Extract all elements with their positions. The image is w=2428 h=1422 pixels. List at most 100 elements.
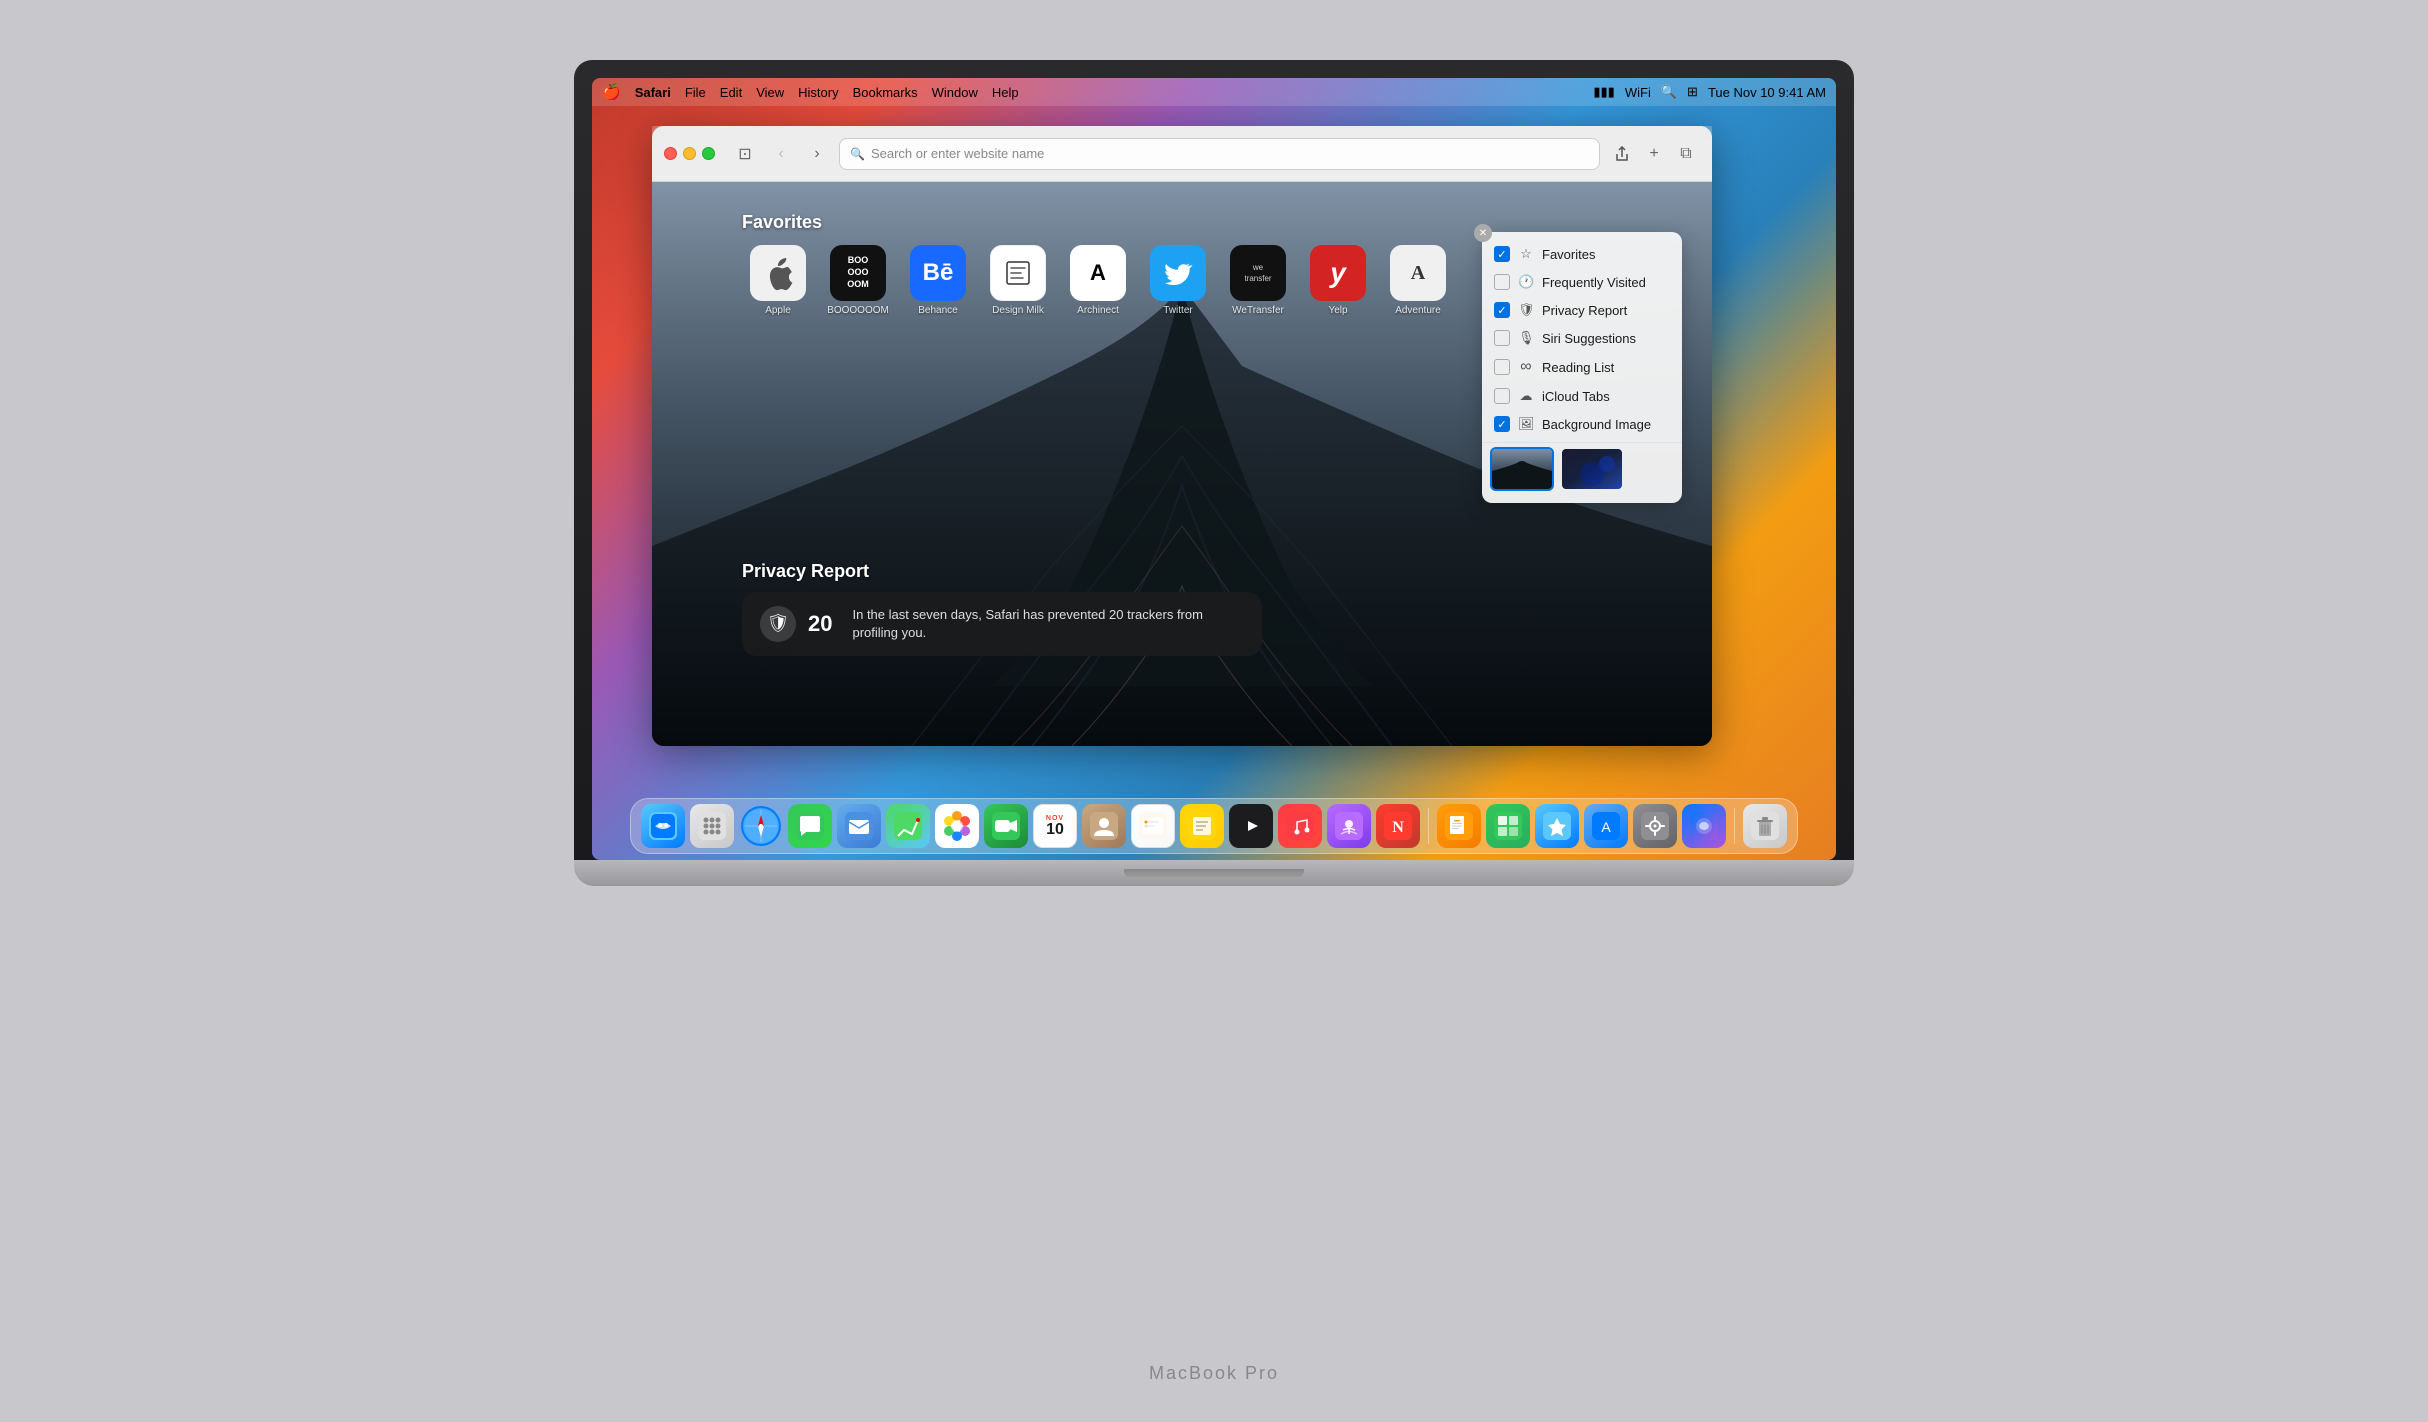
- customize-item-frequently-visited[interactable]: 🕐 Frequently Visited: [1482, 268, 1682, 296]
- dock-item-numbers[interactable]: [1486, 804, 1530, 848]
- customize-item-reading-list[interactable]: ∞ Reading List: [1482, 352, 1682, 382]
- favorite-boooom[interactable]: BOOOOOOOM BOOOOOOM: [822, 245, 894, 316]
- customize-item-icloud-tabs[interactable]: ☁ iCloud Tabs: [1482, 382, 1682, 410]
- menubar-history[interactable]: History: [798, 85, 838, 100]
- close-button[interactable]: [664, 147, 677, 160]
- favorite-adventure-icon: A: [1390, 245, 1446, 301]
- search-menu-icon[interactable]: 🔍: [1661, 84, 1677, 100]
- dock-item-appstore[interactable]: A: [1584, 804, 1628, 848]
- menubar-file[interactable]: File: [685, 85, 706, 100]
- icloud-cloud-icon: ☁: [1518, 388, 1534, 404]
- background-thumbnails: [1482, 442, 1682, 495]
- customize-item-background-image[interactable]: ✓ 🖼 Background Image: [1482, 410, 1682, 438]
- dock-item-facetime[interactable]: [984, 804, 1028, 848]
- favorite-behance-icon: Bē: [910, 245, 966, 301]
- menubar: 🍎 Safari File Edit View History Bookmark…: [592, 78, 1836, 106]
- dock-item-siri[interactable]: [1682, 804, 1726, 848]
- customize-close-button[interactable]: ✕: [1474, 224, 1492, 242]
- back-button[interactable]: ‹: [767, 140, 795, 168]
- favorite-apple-label: Apple: [765, 305, 791, 316]
- svg-text:A: A: [1601, 819, 1611, 835]
- customize-label-icloud-tabs: iCloud Tabs: [1542, 389, 1610, 404]
- dock-item-trash[interactable]: [1743, 804, 1787, 848]
- dock-item-podcasts[interactable]: [1327, 804, 1371, 848]
- forward-button[interactable]: ›: [803, 140, 831, 168]
- dock: NOV 10: [630, 798, 1798, 854]
- dock-item-calendar[interactable]: NOV 10: [1033, 804, 1077, 848]
- favorite-twitter-icon: [1150, 245, 1206, 301]
- dock-item-photos[interactable]: [935, 804, 979, 848]
- favorite-archinect[interactable]: A Archinect: [1062, 245, 1134, 316]
- customize-label-background-image: Background Image: [1542, 417, 1651, 432]
- newtab-background: Favorites: [652, 182, 1712, 746]
- dock-separator-2: [1734, 808, 1735, 844]
- favorite-wetransfer[interactable]: wetransfer WeTransfer: [1222, 245, 1294, 316]
- url-bar[interactable]: 🔍 Search or enter website name: [839, 138, 1600, 170]
- dock-item-notes[interactable]: [1180, 804, 1224, 848]
- menubar-view[interactable]: View: [756, 85, 784, 100]
- favorite-apple[interactable]: Apple: [742, 245, 814, 316]
- menubar-bookmarks[interactable]: Bookmarks: [853, 85, 918, 100]
- privacy-report-shield-icon: 🛡: [1518, 302, 1534, 318]
- dock-item-messages[interactable]: [788, 804, 832, 848]
- favorite-designmilk[interactable]: Design Milk: [982, 245, 1054, 316]
- macbook-bottom: [574, 860, 1854, 886]
- privacy-report-card[interactable]: 🛡 20 In the last seven days, Safari has …: [742, 592, 1262, 656]
- siri-mic-icon: 🎙: [1518, 330, 1534, 346]
- apple-menu[interactable]: 🍎: [602, 83, 621, 101]
- dock-item-maps[interactable]: [886, 804, 930, 848]
- dock-item-launchpad[interactable]: [690, 804, 734, 848]
- tab-overview-button[interactable]: ⧉: [1672, 140, 1700, 168]
- customize-checkbox-background-image: ✓: [1494, 416, 1510, 432]
- menubar-edit[interactable]: Edit: [720, 85, 742, 100]
- dock-item-reminders[interactable]: [1131, 804, 1175, 848]
- customize-checkbox-favorites: ✓: [1494, 246, 1510, 262]
- minimize-button[interactable]: [683, 147, 696, 160]
- new-tab-button[interactable]: +: [1640, 140, 1668, 168]
- background-thumb-mountain[interactable]: [1490, 447, 1554, 491]
- background-thumb-dark[interactable]: [1560, 447, 1624, 491]
- dock-item-system-preferences[interactable]: [1633, 804, 1677, 848]
- dock-item-appletv[interactable]: [1229, 804, 1273, 848]
- maximize-button[interactable]: [702, 147, 715, 160]
- share-button[interactable]: [1608, 140, 1636, 168]
- svg-text:N: N: [1392, 819, 1404, 836]
- privacy-tracker-count: 20: [808, 611, 832, 637]
- dock-item-mail[interactable]: [837, 804, 881, 848]
- screen-display: 🍎 Safari File Edit View History Bookmark…: [592, 78, 1836, 860]
- favorite-twitter-label: Twitter: [1163, 305, 1192, 316]
- battery-icon: ▮▮▮: [1593, 84, 1614, 100]
- favorite-twitter[interactable]: Twitter: [1142, 245, 1214, 316]
- control-center-icon[interactable]: ⊞: [1687, 84, 1698, 100]
- favorite-adventure[interactable]: A Adventure: [1382, 245, 1454, 316]
- dock-item-keynote[interactable]: [1535, 804, 1579, 848]
- dock-item-safari[interactable]: [739, 804, 783, 848]
- menubar-app-name[interactable]: Safari: [635, 85, 671, 100]
- favorite-yelp[interactable]: y Yelp: [1302, 245, 1374, 316]
- favorite-yelp-label: Yelp: [1328, 305, 1347, 316]
- customize-label-favorites: Favorites: [1542, 247, 1595, 262]
- dock-item-finder[interactable]: [641, 804, 685, 848]
- sidebar-toggle-button[interactable]: ⊡: [731, 140, 759, 168]
- customize-label-siri-suggestions: Siri Suggestions: [1542, 331, 1636, 346]
- dock-item-pages[interactable]: [1437, 804, 1481, 848]
- favorite-apple-icon: [750, 245, 806, 301]
- favorites-section: Favorites: [742, 212, 1454, 316]
- privacy-shield-icon: 🛡: [760, 606, 796, 642]
- customize-item-siri-suggestions[interactable]: 🎙 Siri Suggestions: [1482, 324, 1682, 352]
- customize-item-favorites[interactable]: ✓ ☆ Favorites: [1482, 240, 1682, 268]
- privacy-tracker-text: In the last seven days, Safari has preve…: [852, 606, 1244, 642]
- favorite-designmilk-label: Design Milk: [992, 305, 1044, 316]
- favorites-grid: Apple BOOOOOOOM BOOOOOOM: [742, 245, 1454, 316]
- favorite-behance[interactable]: Bē Behance: [902, 245, 974, 316]
- customize-item-privacy-report[interactable]: ✓ 🛡 Privacy Report: [1482, 296, 1682, 324]
- menubar-help[interactable]: Help: [992, 85, 1019, 100]
- dock-item-news[interactable]: N: [1376, 804, 1420, 848]
- dock-item-music[interactable]: [1278, 804, 1322, 848]
- frequently-visited-clock-icon: 🕐: [1518, 274, 1534, 290]
- customize-checkbox-icloud-tabs: [1494, 388, 1510, 404]
- dock-container: NOV 10: [592, 798, 1836, 854]
- dock-item-contacts[interactable]: [1082, 804, 1126, 848]
- menubar-window[interactable]: Window: [932, 85, 978, 100]
- safari-content: Favorites: [652, 182, 1712, 746]
